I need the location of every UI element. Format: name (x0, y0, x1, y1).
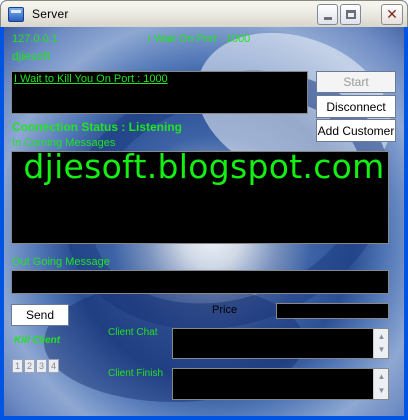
add-customer-button[interactable]: Add Customer (316, 119, 396, 142)
watermark-text: djiesoft.blogspot.com (23, 147, 385, 186)
client-number-selector: 1 2 3 4 (12, 359, 72, 373)
outgoing-message-label: Out Going Message (12, 256, 110, 268)
ip-address-label: 127.0.0.1 (12, 33, 58, 45)
minimize-icon (323, 17, 332, 20)
price-input[interactable] (276, 303, 389, 319)
client-chat-scrollbar[interactable]: ▲ ▼ (373, 329, 388, 358)
window-title: Server (32, 7, 69, 21)
client-chat-label: Client Chat (108, 327, 158, 338)
server-name-label: djiesoft (12, 49, 51, 63)
log-line: I Wait to Kill You On Port : 1000 (14, 73, 168, 85)
client-finish-scrollbar[interactable]: ▲ ▼ (373, 369, 388, 399)
client-number-3[interactable]: 3 (36, 359, 47, 373)
client-finish-label: Client Finish (108, 368, 164, 379)
close-button[interactable]: ✕ (381, 4, 403, 25)
price-label: Price (212, 304, 238, 316)
client-number-4[interactable]: 4 (48, 359, 59, 373)
client-area: 127.0.0.1 I Wait On Port : 1000 djiesoft… (4, 27, 404, 416)
outgoing-message-input[interactable] (11, 270, 389, 294)
maximize-button[interactable] (340, 4, 361, 25)
maximize-icon (345, 10, 356, 19)
close-icon: ✕ (386, 6, 398, 23)
start-button[interactable]: Start (316, 71, 396, 93)
minimize-button[interactable] (317, 4, 338, 25)
scroll-up-icon[interactable]: ▲ (375, 371, 388, 383)
scroll-down-icon[interactable]: ▼ (375, 385, 388, 397)
scroll-up-icon[interactable]: ▲ (375, 331, 388, 343)
connection-status: Connection Status : Listening (12, 120, 182, 134)
server-window: Server ✕ 127.0.0.1 I Wait On Port : 1000… (0, 0, 408, 420)
port-status-label: I Wait On Port : 1000 (148, 33, 251, 45)
client-number-2[interactable]: 2 (24, 359, 35, 373)
title-bar[interactable]: Server ✕ (0, 0, 408, 27)
scroll-down-icon[interactable]: ▼ (375, 344, 388, 356)
log-box[interactable]: I Wait to Kill You On Port : 1000 (11, 71, 308, 114)
app-icon (8, 7, 24, 22)
client-number-1[interactable]: 1 (12, 359, 23, 373)
client-finish-box[interactable]: ▲ ▼ (172, 368, 389, 400)
disconnect-button[interactable]: Disconnect (316, 95, 396, 118)
kill-client-button[interactable]: Kill Client (14, 335, 60, 346)
send-button[interactable]: Send (11, 304, 69, 326)
client-chat-box[interactable]: ▲ ▼ (172, 328, 389, 359)
